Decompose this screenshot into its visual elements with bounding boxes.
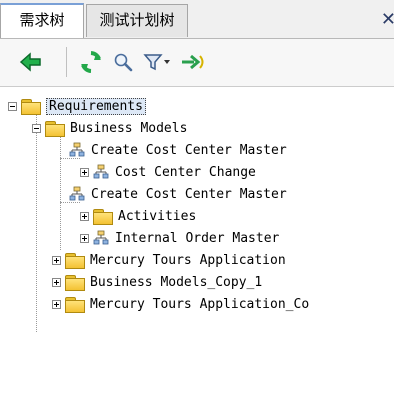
tree-item-label: Create Cost Center Master [91,186,287,202]
collapse-icon[interactable] [32,123,41,133]
tree-item-business-models[interactable]: Business Models [32,117,187,139]
folder-icon [21,98,41,115]
requirement-icon [93,230,109,245]
expand-icon[interactable] [80,167,89,177]
tab-requirements-tree[interactable]: 需求树 [0,3,84,38]
expand-icon[interactable] [80,233,89,243]
go-to-icon[interactable] [180,49,206,75]
tree-item-label: Create Cost Center Master [91,142,287,158]
requirement-icon [69,142,85,157]
tree-item-label: Activities [118,208,197,224]
tab-test-plan-tree[interactable]: 测试计划树 [86,4,188,37]
tree-item-label: Internal Order Master [115,230,280,246]
tree-item-label: Business Models [70,120,188,136]
tree-item-requirements[interactable]: Requirements [8,95,146,117]
tab-label: 测试计划树 [99,11,175,29]
tree-item-create-cost-center-master[interactable]: Create Cost Center Master [56,183,287,205]
requirement-icon [93,164,109,179]
search-icon[interactable] [110,49,136,75]
back-arrow-icon[interactable] [18,49,44,75]
folder-icon [65,274,85,291]
tree-item-label: Cost Center Change [115,164,256,180]
tree-item-label: Requirements [46,97,146,115]
close-icon[interactable]: ✕ [381,9,394,30]
tree-item-create-cost-center-master[interactable]: Create Cost Center Master [56,139,287,161]
folder-icon [45,120,65,137]
toolbar [0,39,394,87]
requirements-tree: Requirements Business Models Create Cost… [0,92,394,402]
folder-icon [65,296,85,313]
tree-item-business-models-copy-1[interactable]: Business Models_Copy_1 [52,271,262,293]
chevron-down-icon[interactable] [160,49,174,75]
tree-item-mercury-tours-application[interactable]: Mercury Tours Application [52,249,286,271]
requirement-icon [69,186,85,201]
folder-icon [93,208,113,225]
refresh-icon[interactable] [78,49,104,75]
tab-label: 需求树 [19,11,65,29]
tree-item-mercury-tours-application-co[interactable]: Mercury Tours Application_Co [52,293,309,315]
tree-item-label: Mercury Tours Application_Co [90,296,310,312]
expand-icon[interactable] [52,277,61,287]
collapse-icon[interactable] [8,101,17,111]
tree-item-internal-order-master[interactable]: Internal Order Master [80,227,279,249]
expand-icon[interactable] [52,255,61,265]
tree-item-label: Business Models_Copy_1 [90,274,263,290]
tab-bar: 需求树 测试计划树 ✕ [0,0,394,39]
tree-item-activities[interactable]: Activities [80,205,196,227]
expand-icon[interactable] [80,211,89,221]
tree-item-label: Mercury Tours Application [90,252,286,268]
folder-icon [65,252,85,269]
toolbar-separator [66,47,67,77]
expand-icon[interactable] [52,299,61,309]
tree-item-cost-center-change[interactable]: Cost Center Change [80,161,256,183]
